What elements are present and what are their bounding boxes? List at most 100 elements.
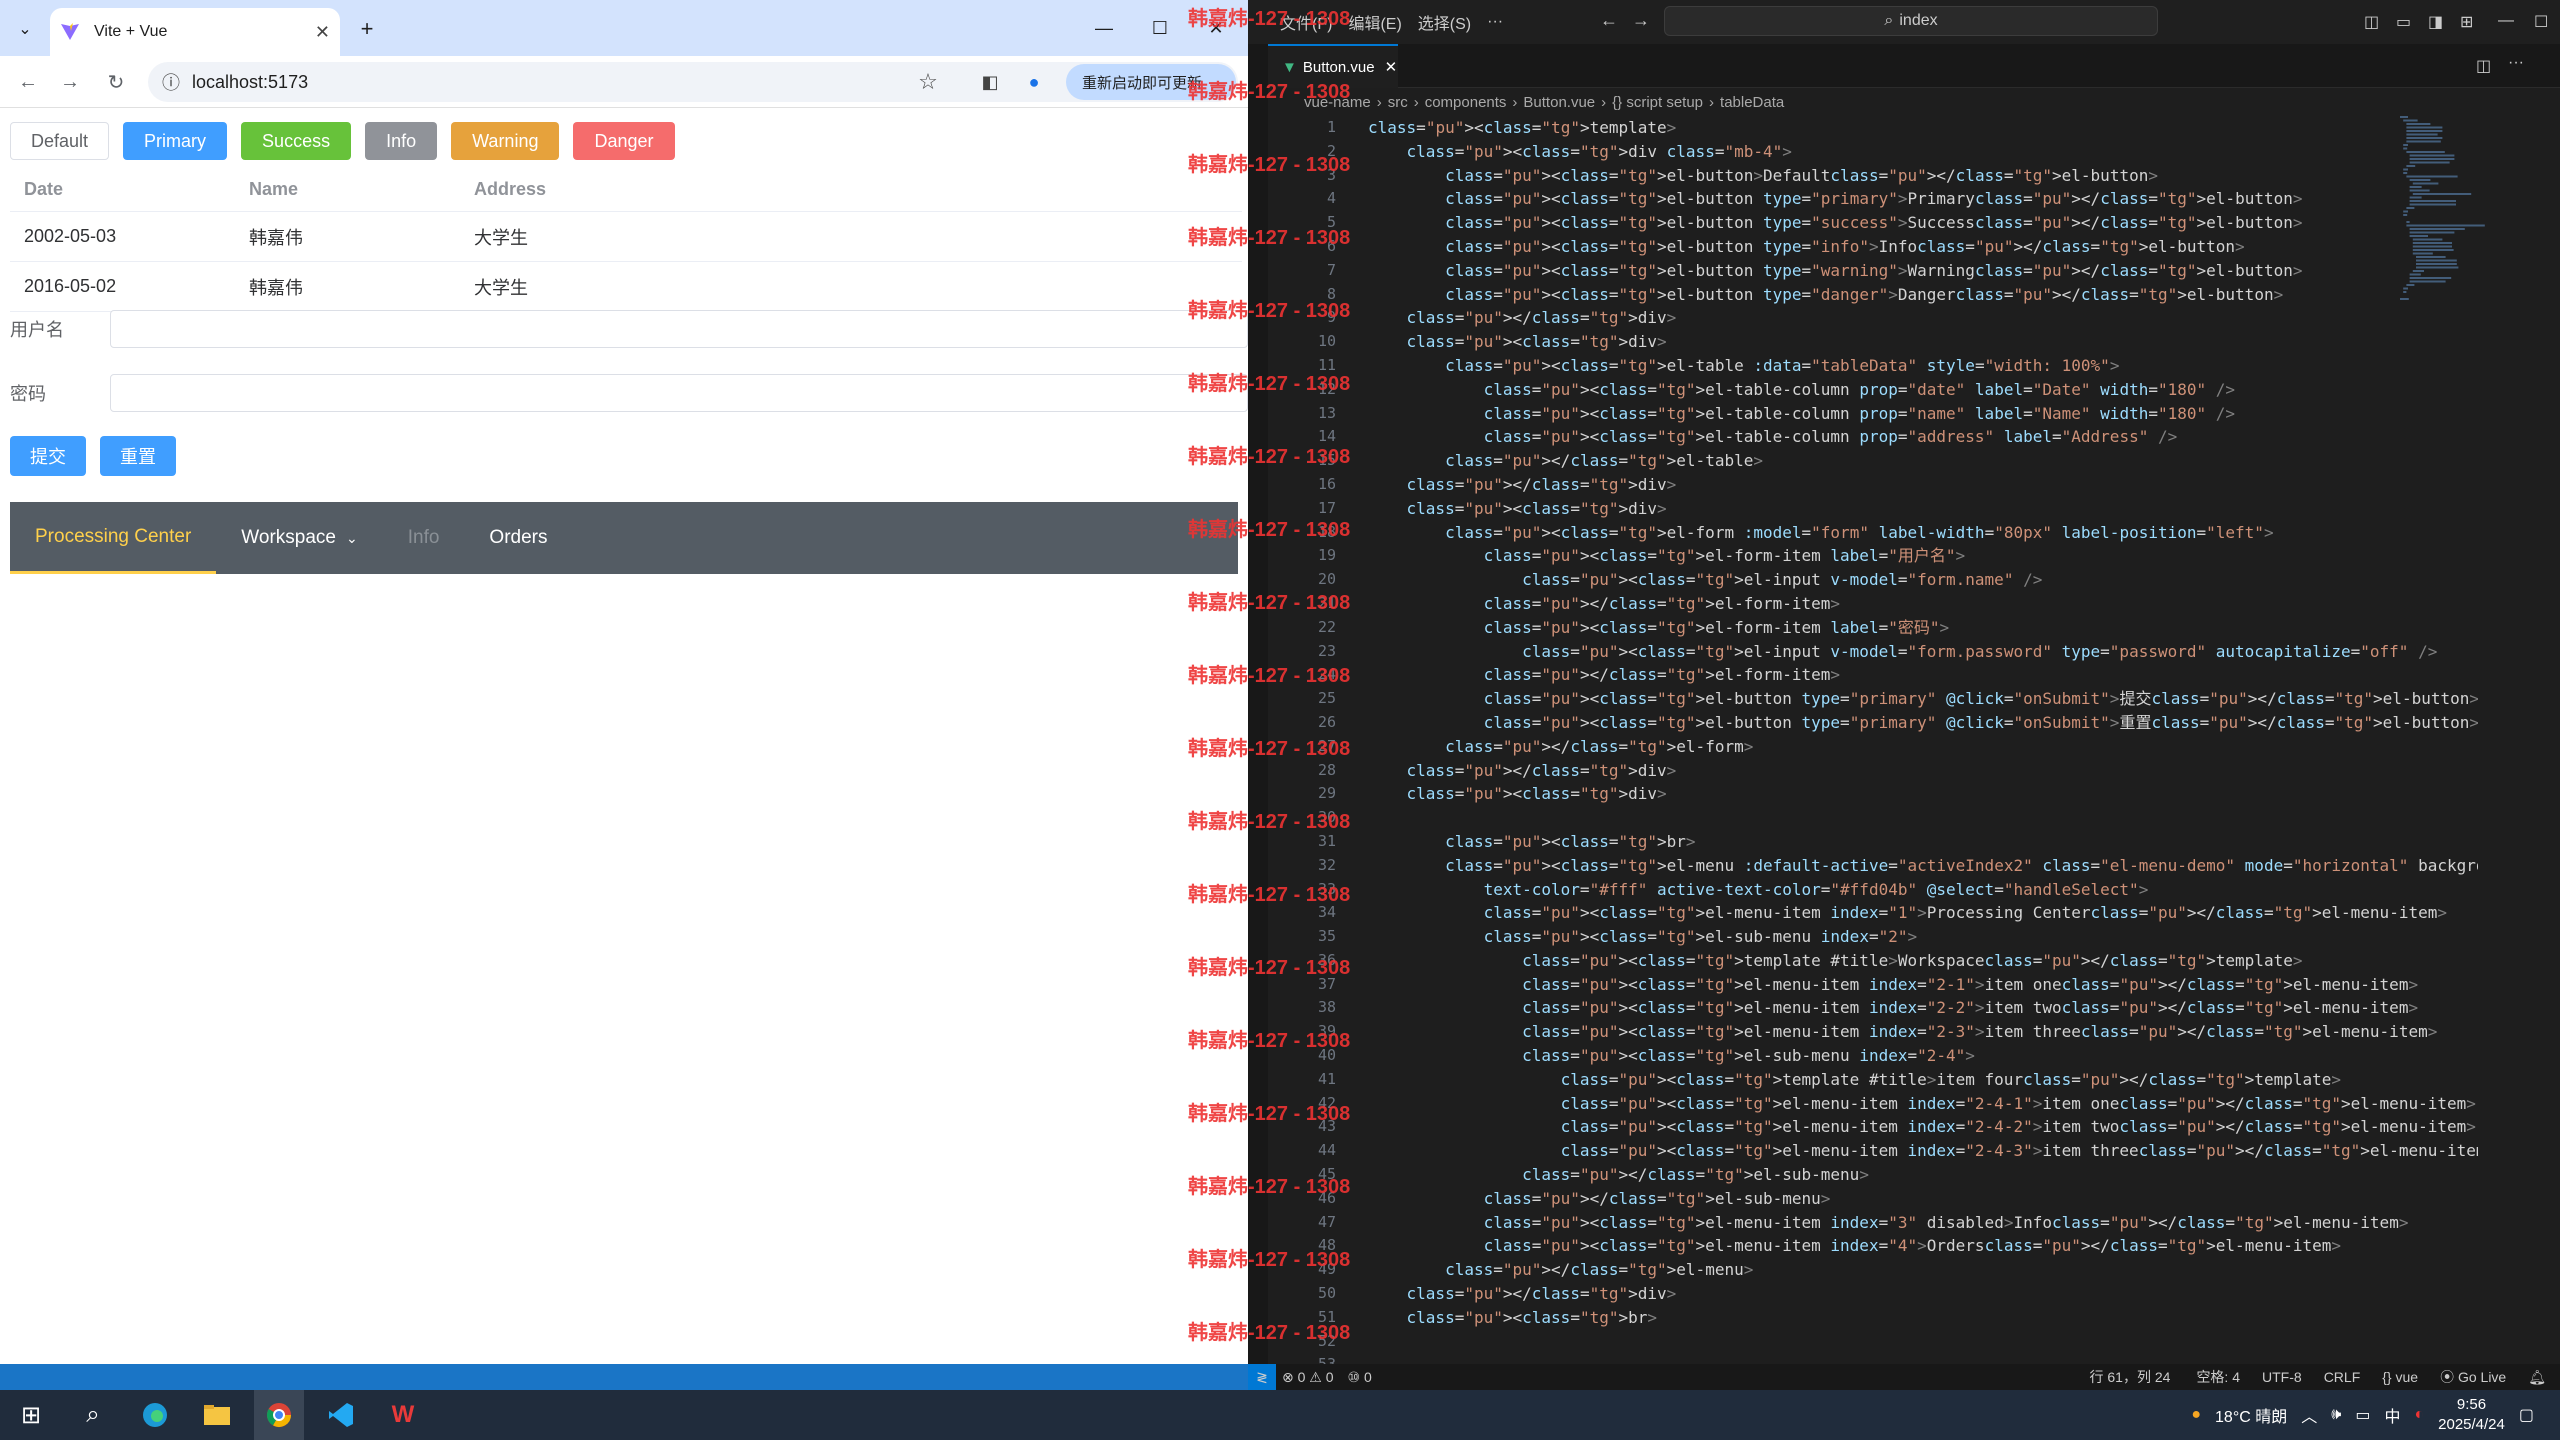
ports-status[interactable]: ⑩ 0 (1348, 1369, 1372, 1386)
code-line[interactable]: class="pu"><class="tg">el-button type="s… (1368, 211, 2478, 235)
edge-icon[interactable] (130, 1390, 180, 1440)
back-icon[interactable]: ← (14, 68, 42, 96)
site-info-icon[interactable]: ⓘ (162, 69, 180, 95)
code-line[interactable]: class="pu"><class="tg">el-button type="d… (1368, 283, 2478, 307)
bookmark-star-icon[interactable]: ☆ (914, 68, 942, 96)
notifications-icon[interactable]: 🔔︎ (2528, 1369, 2546, 1386)
minimap[interactable] (2400, 116, 2500, 316)
code-editor[interactable]: class="pu"><class="tg">template> class="… (1368, 116, 2478, 1356)
start-icon[interactable]: ⊞ (6, 1390, 56, 1440)
more-actions-icon[interactable]: ··· (2508, 54, 2524, 72)
volume-icon[interactable]: 🕪︎ (2331, 1406, 2341, 1424)
code-line[interactable]: class="pu"><class="tg">div> (1368, 782, 2478, 806)
code-line[interactable]: class="pu"><class="tg">el-button type="i… (1368, 235, 2478, 259)
code-line[interactable]: class="pu"><class="tg">el-input v-model=… (1368, 568, 2478, 592)
side-panel-icon[interactable]: ◧ (976, 68, 1004, 96)
vscode-taskbar-icon[interactable] (316, 1390, 366, 1440)
code-line[interactable]: class="pu"><class="tg">div> (1368, 330, 2478, 354)
notification-center-icon[interactable]: ▢ (2519, 1405, 2534, 1425)
code-line[interactable]: class="pu"><class="tg">el-table :data="t… (1368, 354, 2478, 378)
browser-tab[interactable]: Vite + Vue ✕ (50, 8, 340, 56)
weather-text[interactable]: 18°C 晴朗 (2215, 1403, 2287, 1427)
code-line[interactable]: class="pu"><class="tg">el-menu-item inde… (1368, 1211, 2478, 1235)
code-line[interactable]: class="pu"><class="tg">el-menu-item inde… (1368, 1092, 2478, 1116)
code-line[interactable]: class="pu"><class="tg">div> (1368, 497, 2478, 521)
breadcrumb-item[interactable]: {} script setup (1612, 94, 1703, 111)
forward-icon[interactable]: → (56, 68, 84, 96)
remote-icon[interactable]: ≷ (1248, 1364, 1276, 1390)
code-line[interactable]: class="pu"><class="tg">template> (1368, 116, 2478, 140)
code-line[interactable]: class="pu"><class="tg">div class="mb-4"> (1368, 140, 2478, 164)
code-line[interactable]: class="pu"><class="tg">el-table-column p… (1368, 425, 2478, 449)
default-button[interactable]: Default (10, 122, 110, 160)
code-line[interactable]: class="pu"><class="tg">el-button type="p… (1368, 687, 2478, 711)
code-line[interactable]: text-color="#fff" active-text-color="#ff… (1368, 878, 2478, 902)
code-line[interactable]: class="pu"><class="tg">el-button type="w… (1368, 259, 2478, 283)
primary-button[interactable]: Primary (123, 122, 228, 160)
code-line[interactable]: class="pu"><class="tg">br> (1368, 1306, 2478, 1330)
code-line[interactable]: class="pu"><class="tg">el-form-item labe… (1368, 544, 2478, 568)
code-line[interactable]: class="pu"><class="tg">el-form-item labe… (1368, 616, 2478, 640)
code-line[interactable]: class="pu"><class="tg">el-input v-model=… (1368, 640, 2478, 664)
breadcrumb-item[interactable]: Button.vue (1523, 94, 1595, 111)
layout-sidebar-icon[interactable]: ◫ (2364, 12, 2379, 32)
profile-icon[interactable]: ● (1020, 68, 1048, 96)
cursor-position[interactable]: 行 61，列 24 (2090, 1367, 2171, 1387)
code-line[interactable]: class="pu"><class="tg">el-menu-item inde… (1368, 973, 2478, 997)
info-button[interactable]: Info (365, 122, 438, 160)
code-line[interactable] (1368, 1330, 2478, 1354)
breadcrumb-item[interactable]: src (1388, 94, 1408, 111)
code-line[interactable]: class="pu"><class="tg">el-form :model="f… (1368, 521, 2478, 545)
code-line[interactable]: class="pu"></class="tg">el-form-item> (1368, 592, 2478, 616)
username-input[interactable] (110, 310, 1248, 348)
command-center[interactable]: ⌕ index (1664, 6, 2158, 36)
layout-panel-icon[interactable]: ▭ (2396, 12, 2411, 32)
code-line[interactable]: class="pu"></class="tg">template> (1368, 1353, 2478, 1356)
layout-secondary-icon[interactable]: ◨ (2428, 12, 2443, 32)
chrome-icon[interactable] (254, 1390, 304, 1440)
code-line[interactable]: class="pu"><class="tg">el-menu-item inde… (1368, 996, 2478, 1020)
password-input[interactable] (110, 374, 1248, 412)
clock[interactable]: 9:56 2025/4/24 (2438, 1395, 2505, 1435)
nav-forward-icon[interactable]: → (1632, 10, 1650, 31)
menu-item-processing-center[interactable]: Processing Center (10, 502, 217, 574)
code-line[interactable]: class="pu"><class="tg">br> (1368, 830, 2478, 854)
code-line[interactable]: class="pu"><class="tg">el-button type="p… (1368, 711, 2478, 735)
code-line[interactable]: class="pu"></class="tg">el-menu> (1368, 1258, 2478, 1282)
encoding-status[interactable]: UTF-8 (2262, 1369, 2302, 1385)
submit-button[interactable]: 提交 (10, 436, 86, 476)
go-live-button[interactable]: ⦿ Go Live (2440, 1367, 2506, 1387)
tray-expand-icon[interactable]: ︿ (2301, 1403, 2317, 1427)
code-line[interactable]: class="pu"><class="tg">template #title>W… (1368, 949, 2478, 973)
code-line[interactable]: class="pu"><class="tg">el-menu :default-… (1368, 854, 2478, 878)
code-line[interactable]: class="pu"><class="tg">el-sub-menu index… (1368, 1044, 2478, 1068)
code-line[interactable]: class="pu"></class="tg">div> (1368, 306, 2478, 330)
menu-edit[interactable]: 编辑(E) (1348, 10, 1401, 34)
menu-selection[interactable]: 选择(S) (1418, 10, 1471, 34)
maximize-icon[interactable]: ☐ (1142, 12, 1178, 44)
menu-item-workspace[interactable]: Workspace ⌄ (216, 502, 382, 574)
code-line[interactable] (1368, 806, 2478, 830)
code-line[interactable]: class="pu"><class="tg">el-button type="p… (1368, 187, 2478, 211)
menu-item-orders[interactable]: Orders (464, 502, 572, 574)
code-line[interactable]: class="pu"><class="tg">el-menu-item inde… (1368, 1139, 2478, 1163)
antivirus-icon[interactable]: ◐ (2414, 1406, 2424, 1424)
code-line[interactable]: class="pu"><class="tg">el-button>Default… (1368, 164, 2478, 188)
tab-search-icon[interactable]: ⌄ (10, 14, 40, 44)
code-line[interactable]: class="pu"></class="tg">div> (1368, 759, 2478, 783)
problems-status[interactable]: ⊗ 0 ⚠ 0 (1282, 1369, 1334, 1386)
code-line[interactable]: class="pu"><class="tg">el-table-column p… (1368, 378, 2478, 402)
new-tab-icon[interactable]: + (352, 14, 382, 44)
code-line[interactable]: class="pu"><class="tg">el-menu-item inde… (1368, 1234, 2478, 1258)
code-line[interactable]: class="pu"><class="tg">template #title>i… (1368, 1068, 2478, 1092)
success-button[interactable]: Success (241, 122, 352, 160)
code-line[interactable]: class="pu"></class="tg">el-sub-menu> (1368, 1163, 2478, 1187)
code-line[interactable]: class="pu"><class="tg">el-sub-menu index… (1368, 925, 2478, 949)
danger-button[interactable]: Danger (573, 122, 675, 160)
search-taskbar-icon[interactable]: ⌕ (68, 1390, 118, 1440)
warning-button[interactable]: Warning (451, 122, 560, 160)
vscode-minimize-icon[interactable]: — (2498, 12, 2514, 30)
file-explorer-icon[interactable] (192, 1390, 242, 1440)
breadcrumb-item[interactable]: components (1425, 94, 1507, 111)
code-line[interactable]: class="pu"></class="tg">el-table> (1368, 449, 2478, 473)
